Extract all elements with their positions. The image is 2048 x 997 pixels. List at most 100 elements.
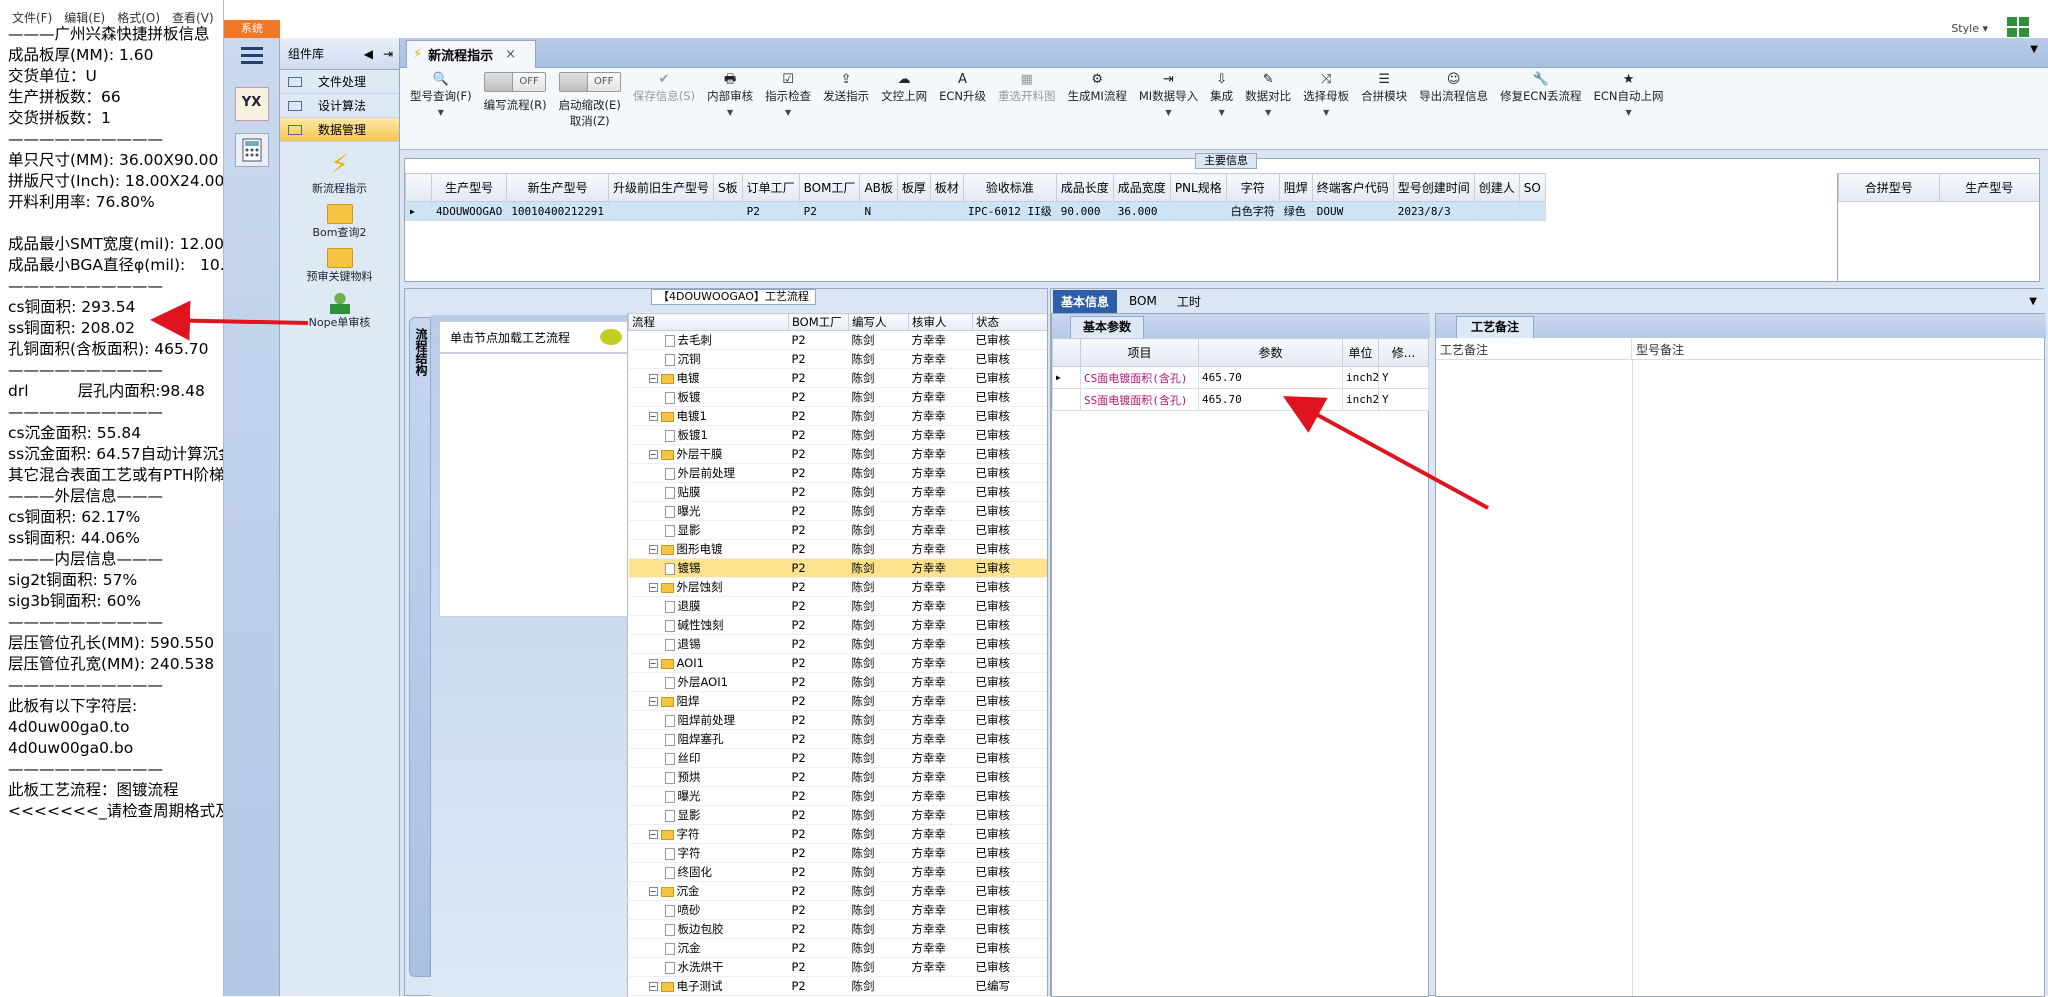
table-row[interactable]: 碱性蚀刻P2陈剑方幸幸已审核 xyxy=(629,616,1048,635)
ribbon-button[interactable]: ☰合拼模块 xyxy=(1355,72,1413,149)
flow-node-cell[interactable]: −外层干膜 xyxy=(629,445,789,464)
column-header[interactable]: 核审人 xyxy=(909,314,973,331)
ribbon-button[interactable]: 🔧修复ECN丢流程 xyxy=(1494,72,1587,149)
flow-node-cell[interactable]: −沉金 xyxy=(629,882,789,901)
notepad-text[interactable]: ———广州兴森快捷拼板信息成品板厚(MM): 1.60交货单位：U生产拼板数：6… xyxy=(0,24,223,822)
table-row[interactable]: 退锡P2陈剑方幸幸已审核 xyxy=(629,635,1048,654)
table-row[interactable]: SS面电镀面积(含孔)465.70inch2Y xyxy=(1053,389,1429,411)
ribbon-button[interactable]: ⤨选择母板▼ xyxy=(1297,72,1355,149)
param-value-cell[interactable]: 465.70 xyxy=(1199,367,1343,389)
tool-nope-review[interactable]: Nope单审核 xyxy=(280,292,399,330)
ribbon-button[interactable]: ☑指示检查▼ xyxy=(759,72,817,149)
column-header[interactable]: 生产型号 xyxy=(432,174,507,202)
column-header[interactable]: 验收标准 xyxy=(963,174,1056,202)
table-row[interactable]: 去毛刺P2陈剑方幸幸已审核 xyxy=(629,331,1048,350)
column-header[interactable]: 流程 xyxy=(629,314,789,331)
complib-item-file[interactable]: 文件处理 xyxy=(280,70,399,94)
close-icon[interactable]: × xyxy=(505,47,516,62)
ribbon-button[interactable]: ✎数据对比▼ xyxy=(1239,72,1297,149)
column-header[interactable]: 状态 xyxy=(973,314,1048,331)
notepad-menu-item[interactable]: 查看(V) xyxy=(172,9,214,24)
column-header[interactable]: 项目 xyxy=(1081,339,1199,367)
column-header[interactable]: 终端客户代码 xyxy=(1312,174,1393,202)
dropdown-arrow-icon[interactable]: ▼ xyxy=(1165,108,1171,117)
table-cell[interactable]: P2 xyxy=(799,202,860,221)
ribbon-button[interactable]: ⚙生成MI流程 xyxy=(1062,72,1133,149)
collapse-toggle-icon[interactable]: − xyxy=(649,412,658,421)
flow-node-cell[interactable]: −AOI1 xyxy=(629,654,789,673)
flow-node-cell[interactable]: −电镀 xyxy=(629,369,789,388)
flow-node-cell[interactable]: 喷砂 xyxy=(629,901,789,920)
table-row[interactable]: −外层干膜P2陈剑方幸幸已审核 xyxy=(629,445,1048,464)
table-row[interactable]: 预烘P2陈剑方幸幸已审核 xyxy=(629,768,1048,787)
table-cell[interactable]: N xyxy=(860,202,897,221)
flow-node-cell[interactable]: 贴膜 xyxy=(629,483,789,502)
table-row[interactable]: 曝光P2陈剑方幸幸已审核 xyxy=(629,502,1048,521)
column-header[interactable]: S板 xyxy=(713,174,742,202)
collapse-toggle-icon[interactable]: − xyxy=(649,545,658,554)
chevron-down-icon[interactable]: ▼ xyxy=(2030,44,2038,55)
column-header[interactable]: 新生产型号 xyxy=(507,174,609,202)
flow-node-cell[interactable]: 水洗烘干 xyxy=(629,958,789,977)
column-header[interactable]: 升级前旧生产型号 xyxy=(608,174,713,202)
column-header[interactable]: 编写人 xyxy=(849,314,909,331)
column-header[interactable]: 成品宽度 xyxy=(1113,174,1170,202)
calculator-icon[interactable] xyxy=(235,133,269,167)
flow-node-cell[interactable]: 显影 xyxy=(629,521,789,540)
flow-node-cell[interactable]: 板镀 xyxy=(629,388,789,407)
collapse-toggle-icon[interactable]: − xyxy=(649,982,658,991)
table-row[interactable]: 沉铜P2陈剑方幸幸已审核 xyxy=(629,350,1048,369)
table-row[interactable]: 板镀P2陈剑方幸幸已审核 xyxy=(629,388,1048,407)
column-header[interactable]: 单位 xyxy=(1343,339,1379,367)
flow-node-cell[interactable]: 沉金 xyxy=(629,939,789,958)
yx-logo-icon[interactable]: YX xyxy=(235,87,269,121)
tab-new-flow[interactable]: ⚡ 新流程指示 × xyxy=(406,40,536,68)
ribbon-button[interactable]: 🖶内部审核▼ xyxy=(701,72,759,149)
table-row[interactable]: −沉金P2陈剑方幸幸已审核 xyxy=(629,882,1048,901)
dropdown-arrow-icon[interactable]: ▼ xyxy=(727,108,733,117)
flow-node-cell[interactable]: 外层前处理 xyxy=(629,464,789,483)
column-header[interactable]: 订单工厂 xyxy=(742,174,799,202)
notepad-menu-item[interactable]: 文件(F) xyxy=(12,9,52,24)
flow-node-cell[interactable]: 曝光 xyxy=(629,502,789,521)
flow-node-cell[interactable]: 曝光 xyxy=(629,787,789,806)
column-header[interactable]: 修... xyxy=(1379,339,1429,367)
table-row[interactable]: ▶4DOUWOOGAO10010400212291P2P2NIPC-6012 I… xyxy=(406,202,1546,221)
toggle-switch[interactable]: OFF xyxy=(559,72,621,92)
table-row[interactable]: −AOI1P2陈剑方幸幸已审核 xyxy=(629,654,1048,673)
table-row[interactable]: 曝光P2陈剑方幸幸已审核 xyxy=(629,787,1048,806)
dropdown-arrow-icon[interactable]: ▼ xyxy=(785,108,791,117)
param-item-cell[interactable]: SS面电镀面积(含孔) xyxy=(1081,389,1199,411)
tab-bom[interactable]: BOM xyxy=(1121,291,1165,311)
column-header[interactable]: 参数 xyxy=(1199,339,1343,367)
table-cell[interactable]: 4DOUWOOGAO xyxy=(432,202,507,221)
flow-node-cell[interactable]: 显影 xyxy=(629,806,789,825)
table-cell[interactable] xyxy=(608,202,713,221)
column-header[interactable]: 阻焊 xyxy=(1279,174,1312,202)
table-row[interactable]: −字符P2陈剑方幸幸已审核 xyxy=(629,825,1048,844)
table-row[interactable]: 板边包胶P2陈剑方幸幸已审核 xyxy=(629,920,1048,939)
column-header[interactable]: 板厚 xyxy=(897,174,930,202)
table-cell[interactable] xyxy=(1474,202,1519,221)
column-header[interactable]: 合拼型号 xyxy=(1839,174,1940,202)
param-value-cell[interactable]: 465.70 xyxy=(1199,389,1343,411)
table-row[interactable]: 丝印P2陈剑方幸幸已审核 xyxy=(629,749,1048,768)
column-header[interactable]: 创建人 xyxy=(1474,174,1519,202)
column-header[interactable]: 板材 xyxy=(930,174,963,202)
flow-node-cell[interactable]: 去毛刺 xyxy=(629,331,789,350)
system-tab[interactable]: 系统 xyxy=(224,20,280,38)
table-row[interactable]: 阻焊前处理P2陈剑方幸幸已审核 xyxy=(629,711,1048,730)
collapse-toggle-icon[interactable]: − xyxy=(649,659,658,668)
dropdown-arrow-icon[interactable]: ▼ xyxy=(1265,108,1271,117)
table-row[interactable]: 外层前处理P2陈剑方幸幸已审核 xyxy=(629,464,1048,483)
flow-node-cell[interactable]: 外层AOI1 xyxy=(629,673,789,692)
column-header[interactable]: 成品长度 xyxy=(1056,174,1113,202)
dropdown-arrow-icon[interactable]: ▼ xyxy=(1625,108,1631,117)
load-flow-hint[interactable]: 单击节点加载工艺流程 xyxy=(439,321,629,353)
table-cell[interactable]: 90.000 xyxy=(1056,202,1113,221)
toggle-switch[interactable]: OFF xyxy=(484,72,546,92)
flow-structure-vertical-tab[interactable]: 流程结构 xyxy=(409,317,431,977)
tool-prereview-material[interactable]: 预审关键物料 xyxy=(280,248,399,284)
table-cell[interactable]: 绿色 xyxy=(1279,202,1312,221)
table-row[interactable]: 板镀1P2陈剑方幸幸已审核 xyxy=(629,426,1048,445)
